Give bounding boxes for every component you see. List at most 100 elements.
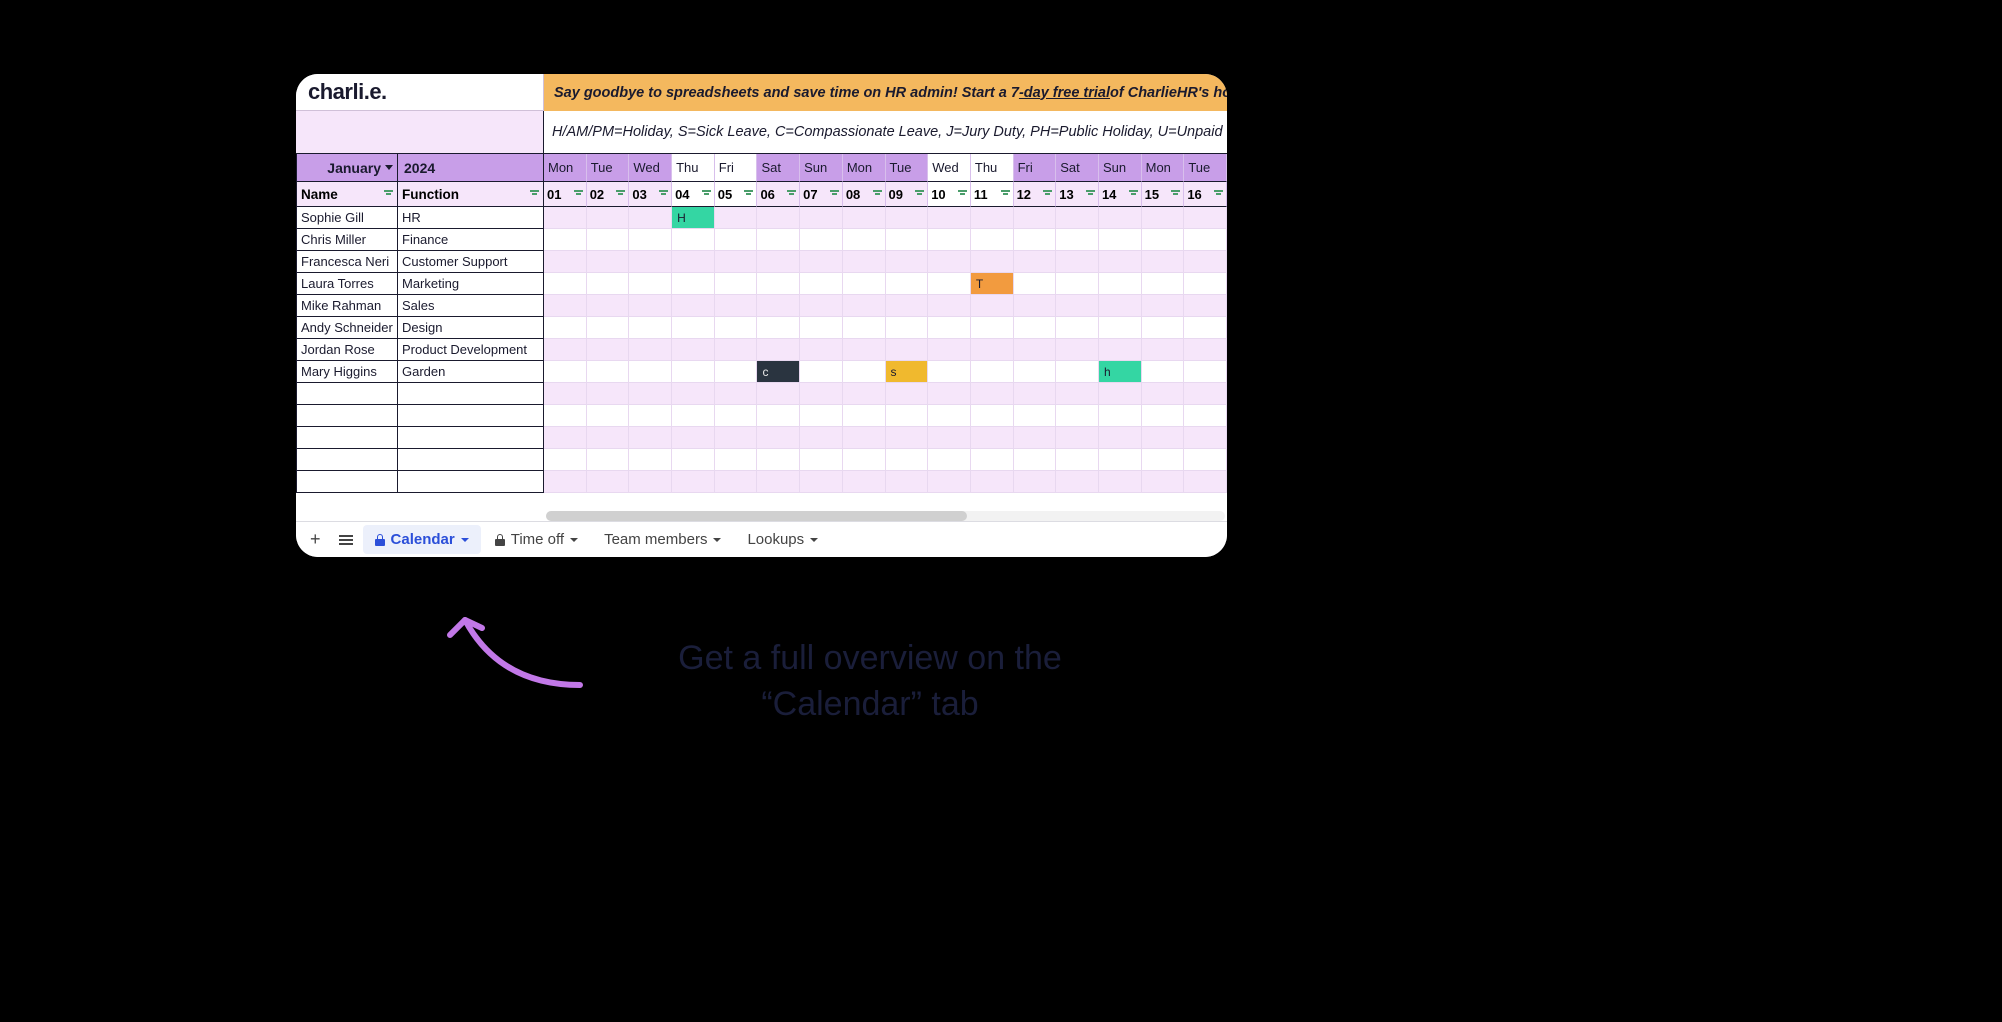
day-cell[interactable] [1184, 449, 1227, 471]
day-cell[interactable] [928, 295, 971, 317]
day-cell[interactable] [715, 207, 758, 229]
day-cell[interactable] [1056, 405, 1099, 427]
day-cell[interactable] [1014, 427, 1057, 449]
day-cell[interactable] [1142, 361, 1185, 383]
day-cell[interactable] [544, 207, 587, 229]
day-cell[interactable] [800, 361, 843, 383]
day-cell[interactable] [800, 273, 843, 295]
day-cell[interactable] [843, 361, 886, 383]
day-cell[interactable] [587, 251, 630, 273]
day-cell[interactable] [886, 383, 929, 405]
day-cell[interactable] [971, 251, 1014, 273]
day-cell[interactable] [1099, 295, 1142, 317]
day-cell[interactable] [800, 427, 843, 449]
date-header[interactable]: 04 [672, 182, 715, 207]
day-cell[interactable] [843, 383, 886, 405]
day-cell[interactable] [629, 295, 672, 317]
scrollbar-thumb[interactable] [546, 511, 967, 521]
day-cell[interactable] [800, 471, 843, 493]
day-cell[interactable] [1056, 361, 1099, 383]
day-cell[interactable] [1014, 229, 1057, 251]
date-header[interactable]: 06 [757, 182, 800, 207]
day-cell[interactable] [587, 339, 630, 361]
day-cell[interactable] [715, 427, 758, 449]
day-cell[interactable] [1056, 471, 1099, 493]
date-header[interactable]: 03 [629, 182, 672, 207]
day-cell[interactable] [1099, 471, 1142, 493]
function-cell[interactable]: Customer Support [398, 251, 544, 273]
name-cell[interactable]: Laura Torres [296, 273, 398, 295]
day-cell[interactable] [715, 339, 758, 361]
function-column-header[interactable]: Function [398, 182, 544, 207]
day-cell[interactable]: T [971, 273, 1014, 295]
name-cell[interactable]: Andy Schneider [296, 317, 398, 339]
day-cell[interactable] [1184, 383, 1227, 405]
year-cell[interactable]: 2024 [398, 154, 544, 182]
day-cell[interactable] [757, 317, 800, 339]
day-cell[interactable]: h [1099, 361, 1142, 383]
day-cell[interactable] [843, 251, 886, 273]
day-cell[interactable] [629, 251, 672, 273]
day-cell[interactable] [800, 405, 843, 427]
day-cell[interactable] [843, 405, 886, 427]
day-cell[interactable] [544, 449, 587, 471]
day-cell[interactable] [672, 317, 715, 339]
day-cell[interactable] [1099, 273, 1142, 295]
day-cell[interactable] [1014, 207, 1057, 229]
day-cell[interactable] [672, 383, 715, 405]
date-header[interactable]: 02 [587, 182, 630, 207]
day-cell[interactable] [1056, 251, 1099, 273]
day-cell[interactable] [1014, 449, 1057, 471]
day-cell[interactable] [757, 207, 800, 229]
name-cell[interactable]: Francesca Neri [296, 251, 398, 273]
day-cell[interactable] [1142, 427, 1185, 449]
all-sheets-button[interactable] [331, 533, 361, 547]
day-cell[interactable] [587, 295, 630, 317]
day-cell[interactable] [544, 361, 587, 383]
function-cell[interactable]: Sales [398, 295, 544, 317]
day-cell[interactable] [1014, 405, 1057, 427]
name-cell[interactable] [296, 383, 398, 405]
day-cell[interactable]: H [672, 207, 715, 229]
day-cell[interactable] [1142, 449, 1185, 471]
day-cell[interactable] [1142, 339, 1185, 361]
day-cell[interactable] [1056, 317, 1099, 339]
day-cell[interactable] [587, 471, 630, 493]
name-cell[interactable]: Jordan Rose [296, 339, 398, 361]
tab-calendar[interactable]: Calendar [363, 525, 481, 554]
day-cell[interactable] [1014, 251, 1057, 273]
day-cell[interactable] [1142, 405, 1185, 427]
day-cell[interactable] [715, 317, 758, 339]
day-cell[interactable] [757, 383, 800, 405]
day-cell[interactable] [1184, 405, 1227, 427]
tab-team[interactable]: Team members [592, 525, 733, 554]
function-cell[interactable] [398, 449, 544, 471]
day-cell[interactable] [672, 361, 715, 383]
day-cell[interactable] [544, 427, 587, 449]
date-header[interactable]: 15 [1142, 182, 1185, 207]
day-cell[interactable] [544, 251, 587, 273]
day-cell[interactable] [672, 273, 715, 295]
day-cell[interactable] [1184, 229, 1227, 251]
day-cell[interactable] [629, 273, 672, 295]
day-cell[interactable] [1099, 317, 1142, 339]
date-header[interactable]: 12 [1014, 182, 1057, 207]
day-cell[interactable] [1014, 471, 1057, 493]
name-cell[interactable] [296, 471, 398, 493]
day-cell[interactable] [1014, 383, 1057, 405]
day-cell[interactable] [672, 339, 715, 361]
day-cell[interactable] [629, 207, 672, 229]
function-cell[interactable]: HR [398, 207, 544, 229]
day-cell[interactable] [800, 207, 843, 229]
day-cell[interactable] [715, 273, 758, 295]
day-cell[interactable] [629, 229, 672, 251]
day-cell[interactable] [587, 361, 630, 383]
day-cell[interactable] [928, 383, 971, 405]
day-cell[interactable] [672, 471, 715, 493]
day-cell[interactable] [800, 339, 843, 361]
date-header[interactable]: 11 [971, 182, 1014, 207]
function-cell[interactable] [398, 427, 544, 449]
day-cell[interactable] [1099, 207, 1142, 229]
day-cell[interactable] [629, 405, 672, 427]
day-cell[interactable] [587, 273, 630, 295]
